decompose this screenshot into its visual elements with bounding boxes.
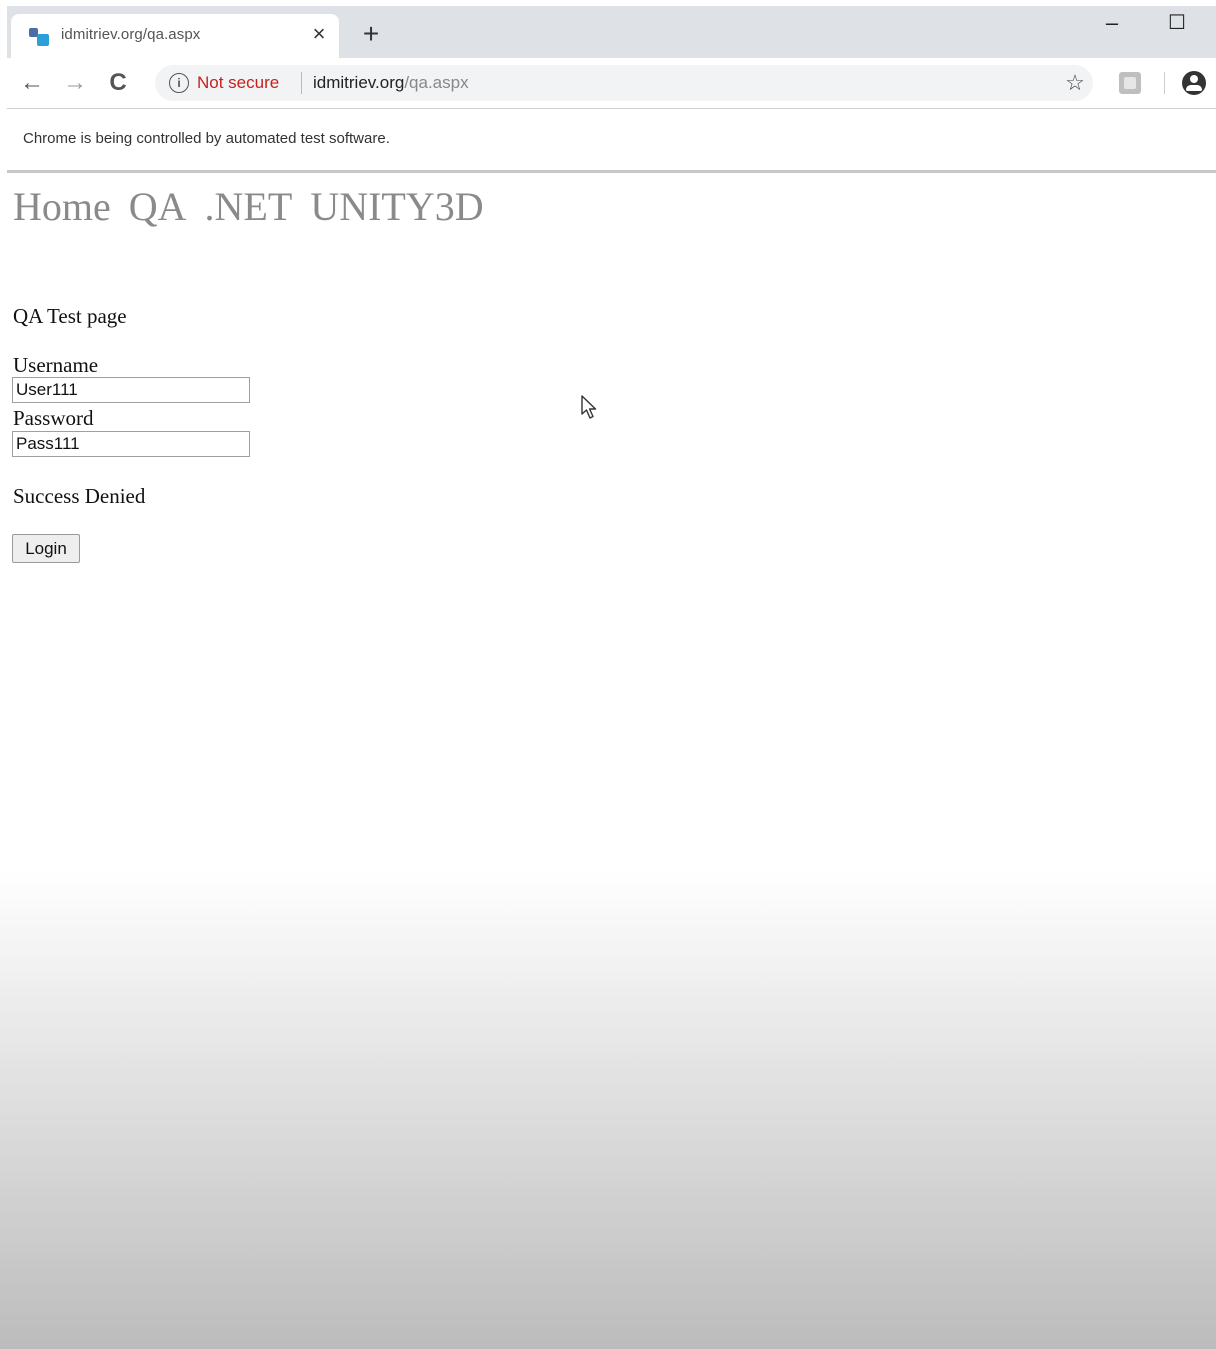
address-bar[interactable]: i Not secure idmitriev.org/qa.aspx (155, 65, 1093, 101)
nav-link-home[interactable]: Home (13, 184, 111, 229)
url-text[interactable]: idmitriev.org/qa.aspx (313, 73, 469, 93)
nav-link-qa[interactable]: QA (129, 184, 187, 229)
bookmark-star-icon[interactable]: ☆ (1061, 68, 1089, 98)
page-title: QA Test page (13, 304, 127, 328)
nav-link-unity3d[interactable]: UNITY3D (310, 184, 483, 229)
username-input[interactable]: User111 (12, 377, 250, 403)
tab-close-icon[interactable]: × (307, 22, 331, 46)
reload-icon[interactable]: C (103, 68, 133, 98)
nav-link-dotnet[interactable]: .NET (205, 184, 293, 229)
not-secure-label[interactable]: Not secure (197, 73, 279, 93)
infobar-text: Chrome is being controlled by automated … (23, 130, 390, 147)
browser-toolbar: ← → C i Not secure idmitriev.org/qa.aspx… (7, 58, 1216, 109)
site-nav: Home QA .NET UNITY3D (13, 183, 502, 230)
mouse-cursor-icon (581, 395, 597, 419)
url-path: /qa.aspx (404, 73, 469, 92)
password-label: Password (13, 406, 94, 430)
profile-avatar-icon[interactable] (1182, 71, 1206, 95)
browser-tab[interactable]: idmitriev.org/qa.aspx × (11, 14, 339, 58)
tab-title: idmitriev.org/qa.aspx (61, 26, 201, 43)
automation-infobar: Chrome is being controlled by automated … (7, 109, 1216, 173)
info-icon[interactable]: i (169, 73, 189, 93)
forward-arrow-icon[interactable]: → (60, 68, 90, 98)
username-label: Username (13, 353, 99, 377)
login-button[interactable]: Login (12, 534, 80, 563)
site-favicon-icon (29, 28, 51, 46)
minimize-button[interactable]: – (1097, 10, 1127, 38)
url-host: idmitriev.org (313, 73, 405, 92)
extension-icon[interactable] (1119, 72, 1141, 94)
back-arrow-icon[interactable]: ← (17, 68, 47, 98)
toolbar-separator (1164, 72, 1165, 94)
tab-strip: idmitriev.org/qa.aspx × + – ☐ (7, 6, 1216, 58)
new-tab-button[interactable]: + (357, 19, 385, 49)
login-status-text: Success Denied (13, 484, 146, 508)
password-input[interactable]: Pass111 (12, 431, 250, 457)
bottom-gradient (0, 870, 1216, 1349)
address-separator (301, 72, 302, 94)
maximize-button[interactable]: ☐ (1162, 10, 1192, 38)
